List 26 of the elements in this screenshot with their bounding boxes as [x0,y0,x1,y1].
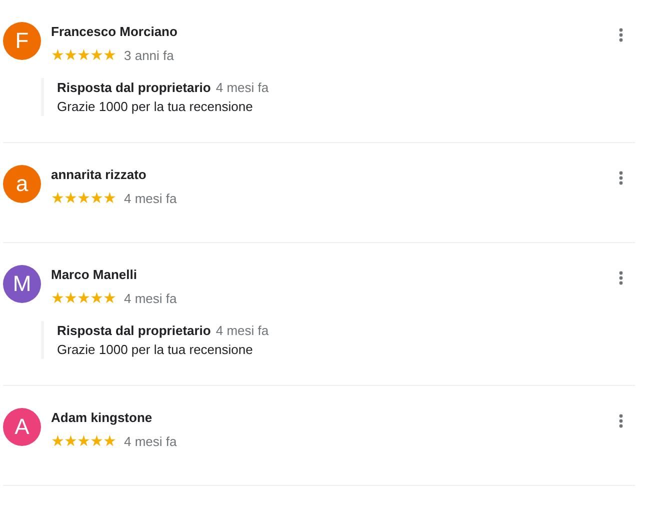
avatar: a [3,165,41,203]
avatar: A [3,408,41,446]
reply-text: Grazie 1000 per la tua recensione [57,99,254,114]
star-rating: ★★★★★ [51,291,116,306]
star-rating: ★★★★★ [51,434,116,449]
reply-label: Risposta dal proprietario [57,323,211,338]
more-icon [619,271,623,285]
review-time: 4 mesi fa [124,291,177,306]
more-icon [619,28,623,42]
more-icon [619,171,623,185]
avatar: F [3,22,41,60]
reviewer-name: Adam kingstone [51,410,154,425]
review-time: 4 mesi fa [124,191,177,206]
review-time: 4 mesi fa [124,434,177,449]
star-rating: ★★★★★ [51,191,116,206]
reviewer-name: annarita rizzato [51,167,148,182]
reply-label: Risposta dal proprietario [57,80,211,95]
reply-time: 4 mesi fa [216,323,269,338]
star-rating: ★★★★★ [51,48,116,63]
more-icon [619,414,623,428]
reply-time: 4 mesi fa [216,80,269,95]
review-time: 3 anni fa [124,48,174,63]
reply-text: Grazie 1000 per la tua recensione [57,342,254,357]
avatar: M [3,265,41,303]
reviewer-name: Francesco Morciano [51,24,178,39]
reviewer-name: Marco Manelli [51,267,138,282]
